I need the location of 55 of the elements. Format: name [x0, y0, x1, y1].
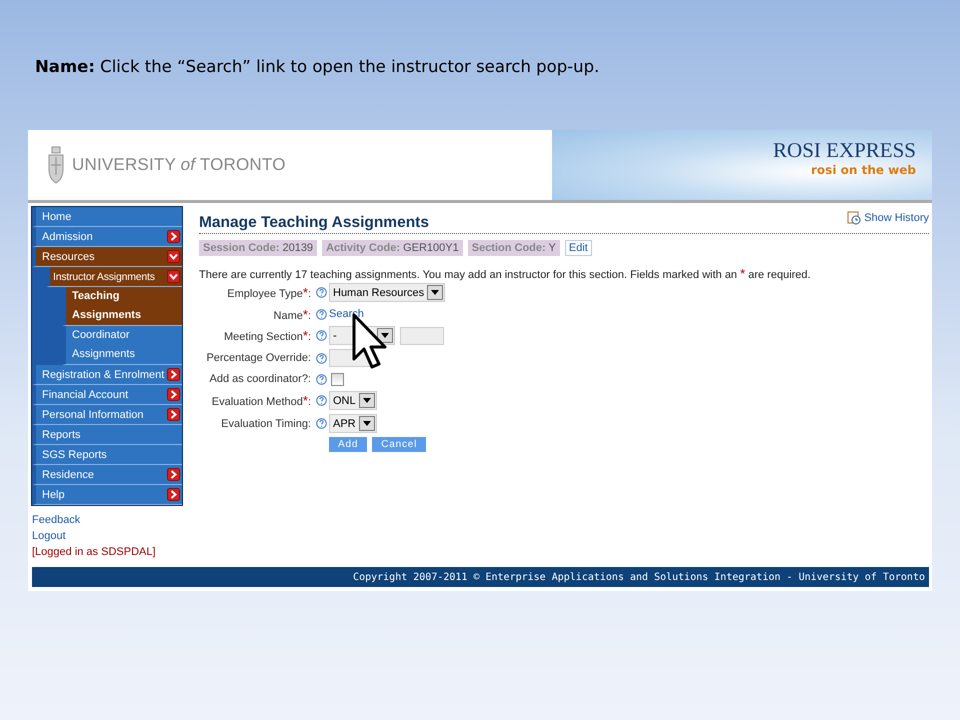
field-label: Employee Type*:: [226, 285, 311, 300]
nav-item[interactable]: SGS Reports: [32, 445, 182, 465]
nav-item[interactable]: Teaching Assignments: [62, 287, 182, 326]
slide-caption: Name: Click the “Search” link to open the instructor search pop-up.: [35, 57, 600, 76]
nav-item[interactable]: Coordinator Assignments: [62, 326, 182, 365]
nav-item[interactable]: Resources: [32, 247, 182, 267]
form-button[interactable]: Cancel: [372, 437, 426, 452]
caret-icon: [381, 333, 389, 338]
input-field[interactable]: [400, 326, 444, 344]
caret-icon: [362, 398, 371, 403]
intro-text: There are currently 17 teaching assignments. You may add an instructor for this section. Fields marked with an * are required.: [199, 266, 812, 281]
app-title: ROSI EXPRESS: [773, 138, 916, 163]
nav-item[interactable]: Instructor Assignments: [46, 267, 182, 287]
field-label: Percentage Override:: [205, 352, 311, 364]
caret-icon: [431, 290, 440, 295]
history-icon: [847, 211, 862, 225]
dropdown[interactable]: Human Resources: [329, 283, 446, 302]
checkbox[interactable]: [331, 372, 344, 386]
field-label: Evaluation Timing:: [220, 418, 311, 430]
nav-item[interactable]: Personal Information: [32, 405, 182, 425]
copyright-text: Copyright 2007-2011 © Enterprise Applications and Solutions Integration - University of Toronto: [353, 572, 925, 582]
help-icon[interactable]: [316, 395, 327, 406]
code-tag: Activity Code: GER100Y1: [322, 240, 463, 256]
nav-item[interactable]: Help: [32, 485, 182, 505]
login-status: [Logged in as SDSPDAL]: [32, 545, 157, 560]
field-label: Add as coordinator?:: [208, 373, 311, 385]
crest-icon: [46, 145, 66, 185]
sidebar-link[interactable]: Logout: [32, 528, 183, 544]
nav-item[interactable]: Financial Account: [32, 385, 182, 405]
field-label: Name*:: [272, 306, 311, 322]
help-icon[interactable]: [316, 330, 327, 341]
help-icon[interactable]: [316, 352, 327, 364]
nav-item[interactable]: Home: [32, 207, 182, 227]
field-label: Meeting Section*:: [222, 328, 311, 343]
help-icon[interactable]: [316, 287, 327, 298]
nav-item[interactable]: Residence: [32, 465, 182, 485]
nav-item[interactable]: Registration & Enrolment: [32, 365, 182, 385]
nav-item[interactable]: Admission: [32, 227, 182, 247]
nav-item[interactable]: Reports: [32, 425, 182, 445]
help-icon[interactable]: [316, 308, 327, 320]
sidebar-link[interactable]: Feedback: [32, 512, 183, 528]
help-icon[interactable]: [316, 374, 327, 384]
form-button[interactable]: Add: [329, 437, 368, 452]
show-history-link[interactable]: Show History: [847, 211, 929, 225]
code-tag: Session Code: 20139: [199, 240, 318, 256]
page-title: Manage Teaching Assignments: [199, 214, 429, 232]
field-label: Evaluation Method*:: [210, 393, 311, 408]
university-logo-text: UNIVERSITY of TORONTO: [72, 155, 286, 175]
dropdown[interactable]: ONL: [329, 391, 377, 410]
help-icon[interactable]: [316, 418, 327, 429]
tagline: rosi on the web: [811, 163, 916, 177]
code-tag: Section Code: Y: [468, 240, 560, 256]
edit-button[interactable]: Edit: [564, 240, 592, 256]
caret-icon: [362, 421, 371, 426]
dropdown[interactable]: APR: [329, 414, 377, 433]
